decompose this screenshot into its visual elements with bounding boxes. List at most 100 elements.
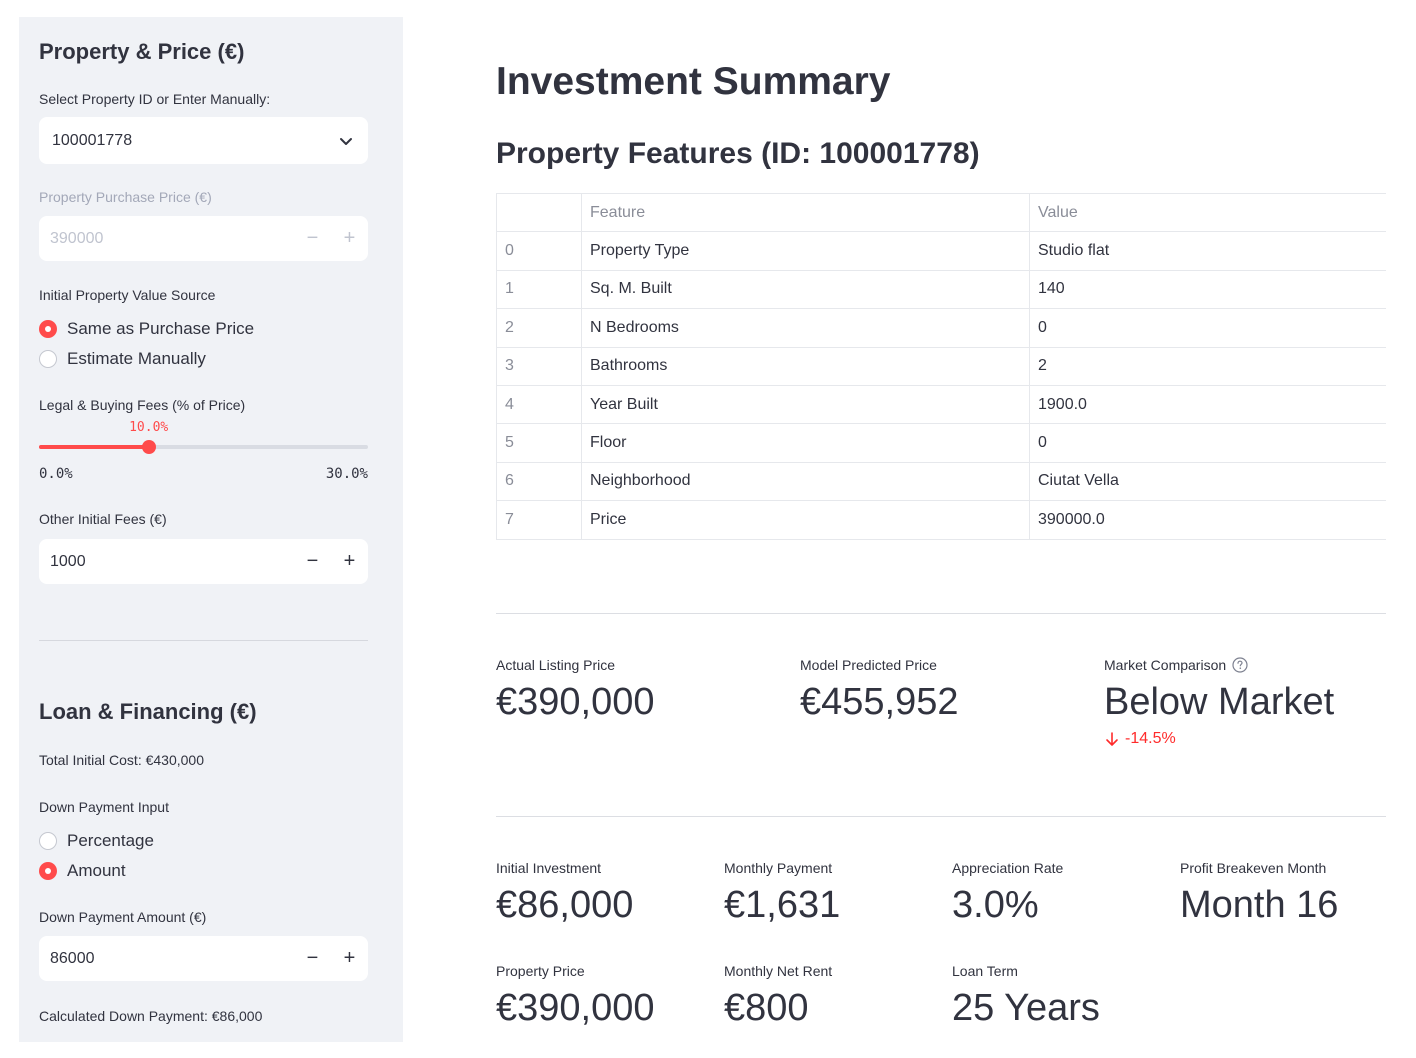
- table-cell-index: 1: [496, 269, 582, 310]
- calculated-down-payment: Calculated Down Payment: €86,000: [39, 1008, 263, 1024]
- down-payment-input-label: Down Payment Input: [39, 799, 169, 815]
- metric-label: Property Price: [496, 963, 585, 979]
- table-cell-feature: Neighborhood: [581, 461, 1030, 502]
- radio-percentage[interactable]: Percentage: [39, 830, 154, 852]
- section-divider: [496, 816, 1386, 817]
- fees-slider-track[interactable]: [39, 440, 368, 454]
- table-cell-index: 0: [496, 231, 582, 271]
- property-features-table: Feature Value 0 Property Type Studio flat …: [496, 192, 1386, 540]
- down-payment-increment-button[interactable]: +: [331, 936, 368, 981]
- chevron-down-icon: [340, 137, 352, 145]
- table-cell-value: 390000.0: [1029, 500, 1386, 540]
- table-row: 3 Bathrooms 2: [496, 346, 1386, 386]
- table-row: 2N Bedrooms 0: [496, 308, 1386, 348]
- table-cell-value: 0: [1029, 308, 1386, 348]
- metric-monthly-net-rent: Monthly Net Rent €800: [724, 963, 832, 1030]
- metric-label: Profit Breakeven Month: [1180, 860, 1327, 876]
- table-cell-index: 4: [496, 384, 582, 425]
- table-cell-value: Ciutat Vella: [1029, 461, 1386, 502]
- other-fees-decrement-button[interactable]: −: [294, 539, 331, 584]
- metric-label: Actual Listing Price: [496, 657, 616, 673]
- table-header-index: [496, 192, 582, 233]
- section-divider: [496, 613, 1386, 614]
- table-cell-feature: Price: [581, 500, 1030, 540]
- radio-unselected-icon: [39, 350, 57, 368]
- table-row: 4 Year Built 1900.0: [496, 384, 1386, 425]
- fees-slider-fill: [39, 445, 149, 449]
- table-cell-index: 3: [496, 346, 582, 386]
- question-circle-icon[interactable]: [1232, 657, 1248, 673]
- radio-amount[interactable]: Amount: [39, 860, 126, 882]
- table-cell-value: Studio flat: [1029, 231, 1386, 271]
- value-source-label: Initial Property Value Source: [39, 287, 216, 303]
- radio-estimate-manually[interactable]: Estimate Manually: [39, 348, 206, 370]
- metric-initial-investment: Initial Investment €86,000: [496, 860, 633, 927]
- radio-label: Same as Purchase Price: [67, 319, 255, 338]
- down-payment-amount-value: 86000: [50, 949, 95, 967]
- metric-delta-value: -14.5%: [1125, 730, 1176, 747]
- metric-value: €390,000: [496, 987, 655, 1029]
- table-header-feature: Feature: [581, 192, 1030, 233]
- table-cell-feature: Floor: [581, 423, 1030, 463]
- table-row: 0 Property Type Studio flat: [496, 231, 1386, 271]
- metric-property-price: Property Price €390,000: [496, 963, 655, 1030]
- down-payment-amount-input[interactable]: 86000 − +: [39, 936, 368, 981]
- down-payment-decrement-button[interactable]: −: [294, 936, 331, 981]
- radio-label: Percentage: [67, 831, 154, 850]
- metric-label: Market Comparison: [1104, 657, 1227, 673]
- fees-slider-max: 30.0%: [325, 466, 368, 482]
- metric-market-comparison: Market Comparison Below Market -14.5%: [1104, 657, 1334, 748]
- other-fees-input[interactable]: 1000 − +: [39, 539, 368, 584]
- purchase-price-label: Property Purchase Price (€): [39, 189, 212, 205]
- metric-label: Model Predicted Price: [800, 657, 937, 673]
- page-title: Investment Summary: [496, 60, 891, 103]
- metric-delta: -14.5%: [1104, 730, 1334, 748]
- table-header-value: Value: [1029, 192, 1386, 233]
- down-payment-amount-label: Down Payment Amount (€): [39, 909, 207, 925]
- metric-label: Loan Term: [952, 963, 1018, 979]
- total-initial-cost: Total Initial Cost: €430,000: [39, 752, 204, 768]
- sidebar-divider: [39, 640, 368, 641]
- radio-same-as-purchase-price[interactable]: Same as Purchase Price: [39, 318, 254, 340]
- metric-actual-listing-price: Actual Listing Price €390,000: [496, 657, 655, 724]
- table-cell-value: 0: [1029, 423, 1386, 463]
- purchase-price-decrement-button[interactable]: −: [294, 216, 331, 261]
- radio-label: Amount: [67, 861, 126, 880]
- metric-value: €455,952: [800, 681, 959, 723]
- property-section-title: Property & Price (€): [39, 39, 245, 64]
- property-id-select[interactable]: 100001778: [39, 117, 368, 164]
- sidebar: Property & Price (€) Select Property ID …: [19, 17, 403, 1042]
- purchase-price-value: 390000: [50, 229, 104, 247]
- table-cell-value: 140: [1029, 269, 1386, 310]
- fees-slider-label: Legal & Buying Fees (% of Price): [39, 397, 246, 413]
- table-row: 1 Sq. M. Built 140: [496, 269, 1386, 310]
- metric-loan-term: Loan Term 25 Years: [952, 963, 1100, 1030]
- purchase-price-increment-button[interactable]: +: [331, 216, 368, 261]
- fees-slider-thumb[interactable]: [141, 440, 156, 454]
- loan-section-title: Loan & Financing (€): [39, 699, 257, 724]
- table-row: 7 Price 390000.0: [496, 500, 1386, 540]
- purchase-price-input[interactable]: 390000 − +: [39, 216, 368, 261]
- radio-unselected-icon: [39, 832, 57, 850]
- table-cell-index: 6: [496, 461, 582, 502]
- table-cell-index: 2: [496, 308, 582, 348]
- metric-label-row: Market Comparison: [1104, 657, 1334, 673]
- metric-value: 3.0%: [952, 884, 1039, 926]
- radio-selected-icon: [39, 320, 57, 338]
- metric-value: €800: [724, 987, 809, 1029]
- table-header-row: Feature Value: [496, 192, 1386, 233]
- metric-label: Initial Investment: [496, 860, 602, 876]
- fees-slider-value: 10.0%: [129, 420, 169, 435]
- metric-value: Below Market: [1104, 681, 1335, 723]
- metric-profit-breakeven-month: Profit Breakeven Month Month 16: [1180, 860, 1338, 927]
- arrow-down-icon: [1106, 732, 1118, 746]
- table-cell-index: 7: [496, 500, 582, 540]
- metric-value: €86,000: [496, 884, 634, 926]
- table-row: 6 Neighborhood Ciutat Vella: [496, 461, 1386, 502]
- property-features-title: Property Features (ID: 100001778): [496, 137, 980, 170]
- other-fees-increment-button[interactable]: +: [331, 539, 368, 584]
- metric-label: Monthly Payment: [724, 860, 833, 876]
- metric-label: Appreciation Rate: [952, 860, 1064, 876]
- radio-label: Estimate Manually: [67, 349, 206, 368]
- metric-model-predicted-price: Model Predicted Price €455,952: [800, 657, 959, 724]
